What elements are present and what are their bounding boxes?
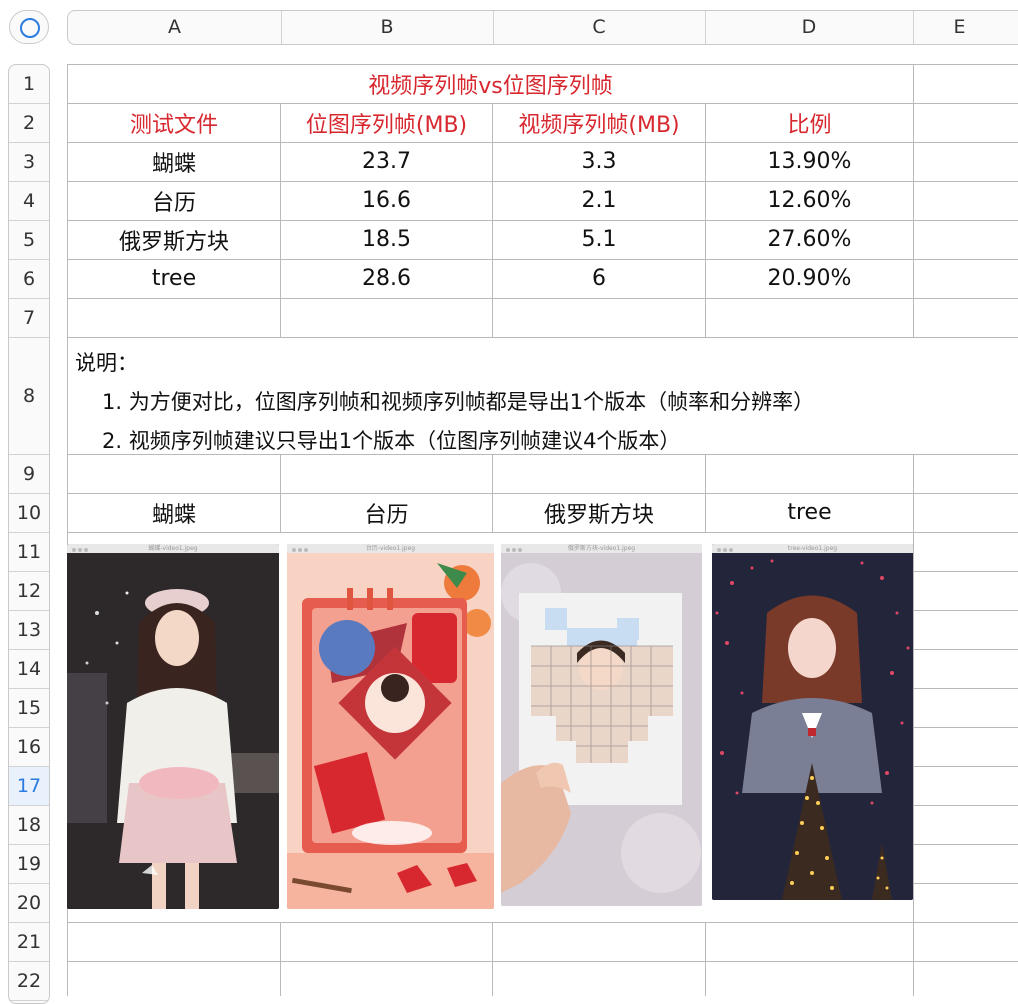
row-header-14[interactable]: 14: [9, 650, 49, 689]
row-header-2[interactable]: 2: [9, 104, 49, 143]
select-all-button[interactable]: [9, 10, 49, 44]
thumbnail-caption: 蝴蝶-video1.jpeg: [148, 545, 198, 552]
notes-heading: 说明：: [75, 351, 138, 375]
cell-d5[interactable]: 27.60%: [706, 220, 913, 259]
cell-b5[interactable]: 18.5: [281, 220, 492, 259]
photo-tetris-heart-icon: [501, 553, 702, 906]
row-header-12[interactable]: 12: [9, 572, 49, 611]
cell-c3[interactable]: 3.3: [493, 142, 705, 181]
photo-calendar-card-icon: [287, 553, 494, 909]
photo-fireworks-tree-icon: [712, 553, 913, 900]
cell-a5[interactable]: 俄罗斯方块: [68, 220, 280, 259]
row-header-21[interactable]: 21: [9, 923, 49, 962]
image-label-butterfly[interactable]: 蝴蝶: [68, 493, 280, 532]
column-header-e[interactable]: E: [913, 11, 1018, 44]
row-header-17[interactable]: 17: [9, 767, 49, 806]
notes-line-1: 1. 为方便对比，位图序列帧和视频序列帧都是导出1个版本（帧率和分辨率）: [102, 390, 815, 414]
row-header-3[interactable]: 3: [9, 143, 49, 182]
cell-d3[interactable]: 13.90%: [706, 142, 913, 181]
row-header-5[interactable]: 5: [9, 221, 49, 260]
photo-girl-beret-icon: [67, 553, 279, 909]
header-test-file[interactable]: 测试文件: [68, 103, 280, 142]
cell-b4[interactable]: 16.6: [281, 181, 492, 220]
row-header-9[interactable]: 9: [9, 455, 49, 494]
sheet-title[interactable]: 视频序列帧vs位图序列帧: [68, 64, 913, 103]
row-header-22[interactable]: 22: [9, 962, 49, 1001]
cell-a4[interactable]: 台历: [68, 181, 280, 220]
row-header-19[interactable]: 19: [9, 845, 49, 884]
thumbnail-tree[interactable]: tree-video1.jpeg: [712, 544, 913, 900]
cell-c5[interactable]: 5.1: [493, 220, 705, 259]
notes-cell[interactable]: 说明： 1. 为方便对比，位图序列帧和视频序列帧都是导出1个版本（帧率和分辨率）…: [75, 344, 1005, 461]
thumbnail-butterfly[interactable]: 蝴蝶-video1.jpeg: [67, 544, 279, 909]
image-label-tree[interactable]: tree: [706, 493, 913, 532]
thumbnail-tetris[interactable]: 俄罗斯方块-video1.jpeg: [501, 544, 702, 906]
row-header-11[interactable]: 11: [9, 533, 49, 572]
row-header-7[interactable]: 7: [9, 299, 49, 338]
row-header-10[interactable]: 10: [9, 494, 49, 533]
thumbnail-caption: 台历-video1.jpeg: [365, 545, 416, 552]
row-header-6[interactable]: 6: [9, 260, 49, 299]
cell-d6[interactable]: 20.90%: [706, 259, 913, 298]
cell-d4[interactable]: 12.60%: [706, 181, 913, 220]
row-header-16[interactable]: 16: [9, 728, 49, 767]
notes-line-2: 2. 视频序列帧建议只导出1个版本（位图序列帧建议4个版本）: [102, 429, 681, 453]
row-header-1[interactable]: 1: [9, 65, 49, 104]
cell-b6[interactable]: 28.6: [281, 259, 492, 298]
column-header-bar: A B C D E: [67, 10, 1018, 45]
circle-icon: [20, 18, 40, 38]
image-label-calendar[interactable]: 台历: [281, 493, 492, 532]
column-header-d[interactable]: D: [705, 11, 914, 44]
cell-a3[interactable]: 蝴蝶: [68, 142, 280, 181]
row-header-8[interactable]: 8: [9, 338, 49, 455]
cell-b3[interactable]: 23.7: [281, 142, 492, 181]
header-bitmap-size[interactable]: 位图序列帧(MB): [281, 103, 492, 142]
thumbnail-calendar[interactable]: 台历-video1.jpeg: [287, 544, 494, 909]
row-header-18[interactable]: 18: [9, 806, 49, 845]
row-header-4[interactable]: 4: [9, 182, 49, 221]
row-header-bar: 1 2 3 4 5 6 7 8 9 10 11 12 13 14 15 16 1…: [8, 64, 50, 1004]
column-header-c[interactable]: C: [493, 11, 706, 44]
row-header-15[interactable]: 15: [9, 689, 49, 728]
column-header-b[interactable]: B: [281, 11, 494, 44]
thumbnail-caption: 俄罗斯方块-video1.jpeg: [567, 545, 636, 552]
header-ratio[interactable]: 比例: [706, 103, 913, 142]
column-header-a[interactable]: A: [68, 11, 282, 44]
row-header-13[interactable]: 13: [9, 611, 49, 650]
header-video-size[interactable]: 视频序列帧(MB): [493, 103, 705, 142]
cell-c6[interactable]: 6: [493, 259, 705, 298]
cell-c4[interactable]: 2.1: [493, 181, 705, 220]
row-header-20[interactable]: 20: [9, 884, 49, 923]
thumbnail-caption: tree-video1.jpeg: [787, 545, 838, 552]
image-label-tetris[interactable]: 俄罗斯方块: [493, 493, 705, 532]
cell-a6[interactable]: tree: [68, 259, 280, 298]
